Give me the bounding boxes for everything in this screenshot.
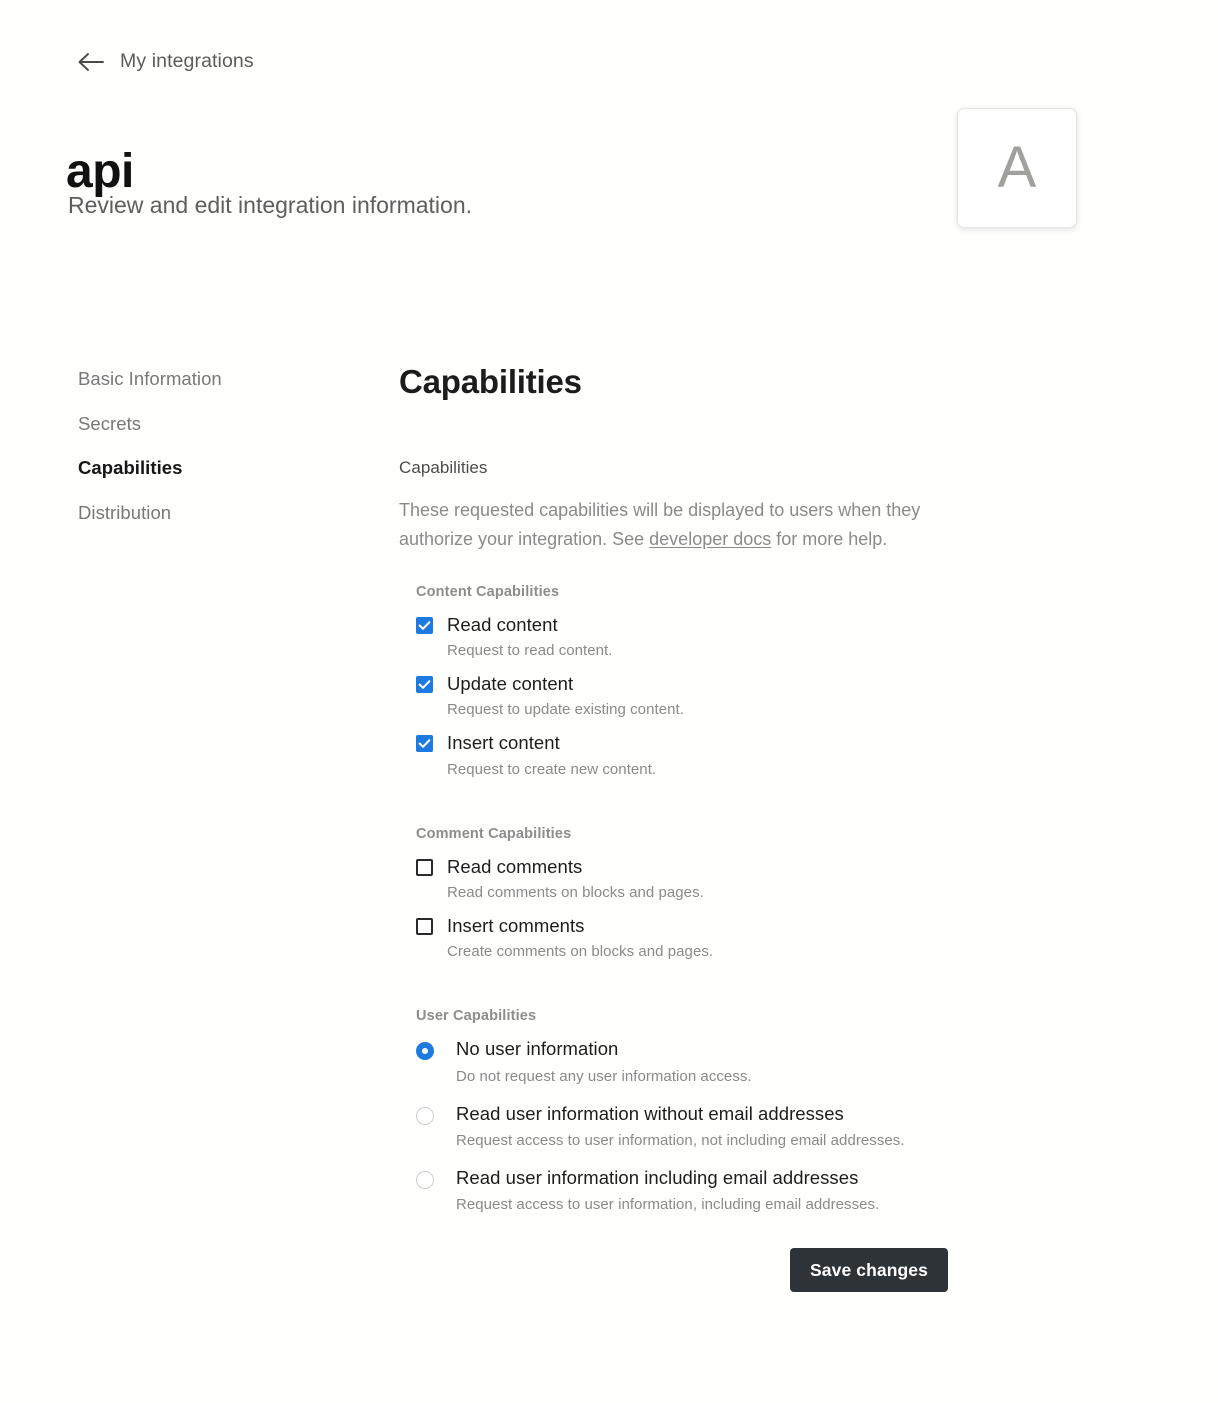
checkbox-label-read-comments: Read comments	[447, 855, 583, 877]
checkbox-desc-read-content: Request to read content.	[447, 642, 613, 660]
radio-row-no-user-information[interactable]: No user information Do not request any u…	[416, 1038, 1018, 1085]
checkbox-label-insert-content: Insert content	[447, 732, 560, 754]
radio-label-no-user-information: No user information	[456, 1038, 619, 1060]
avatar-letter: A	[997, 135, 1037, 200]
checkbox-label-read-content: Read content	[447, 613, 558, 635]
checkbox-insert-comments[interactable]	[416, 917, 433, 935]
integration-avatar[interactable]: A	[957, 108, 1077, 228]
checkbox-update-content[interactable]	[416, 676, 433, 694]
checkbox-desc-update-content: Request to update existing content.	[447, 701, 684, 719]
checkbox-row-read-content[interactable]: Read content Request to read content.	[416, 614, 1018, 660]
content-capabilities-group: Content Capabilities Read content Reques…	[416, 584, 1018, 779]
group-title-user-capabilities: User Capabilities	[416, 1008, 537, 1025]
checkbox-insert-content[interactable]	[416, 735, 433, 753]
description-text-after-link: for more help.	[771, 528, 888, 549]
checkbox-row-update-content[interactable]: Update content Request to update existin…	[416, 673, 1018, 719]
radio-selected-icon	[416, 1042, 434, 1061]
checkbox-text-read-comments: Read comments Read comments on blocks an…	[447, 856, 704, 902]
radio-no-user-information[interactable]	[416, 1042, 434, 1061]
sidebar-item-basic-information[interactable]: Basic Information	[78, 369, 328, 389]
checkbox-row-read-comments[interactable]: Read comments Read comments on blocks an…	[416, 856, 1018, 902]
checkbox-desc-read-comments: Read comments on blocks and pages.	[447, 883, 704, 901]
checkbox-read-comments[interactable]	[416, 858, 433, 876]
sidebar-item-capabilities[interactable]: Capabilities	[78, 458, 328, 478]
checkbox-desc-insert-content: Request to create new content.	[447, 760, 657, 778]
developer-docs-link[interactable]: developer docs	[649, 529, 771, 549]
radio-unselected-icon	[416, 1106, 434, 1125]
group-title-content-capabilities: Content Capabilities	[416, 583, 560, 600]
radio-text-read-user-without-email: Read user information without email addr…	[456, 1103, 905, 1150]
checkbox-read-content[interactable]	[416, 616, 433, 634]
radio-desc-read-user-including-email: Request access to user information, incl…	[456, 1196, 880, 1214]
radio-label-read-user-without-email: Read user information without email addr…	[456, 1102, 844, 1124]
checkbox-checked-icon	[416, 616, 433, 634]
checkbox-label-insert-comments: Insert comments	[447, 914, 585, 936]
group-title-comment-capabilities: Comment Capabilities	[416, 825, 572, 842]
radio-unselected-icon	[416, 1170, 434, 1189]
checkbox-unchecked-icon	[416, 917, 433, 935]
checkbox-checked-icon	[416, 735, 433, 753]
section-heading: Capabilities	[399, 363, 582, 400]
capabilities-panel: Capabilities Capabilities These requeste…	[398, 362, 1018, 1231]
radio-desc-read-user-without-email: Request access to user information, not …	[456, 1131, 905, 1149]
radio-desc-no-user-information: Do not request any user information acce…	[456, 1067, 752, 1085]
user-capabilities-group: User Capabilities No user information Do…	[416, 1008, 1018, 1214]
checkbox-text-read-content: Read content Request to read content.	[447, 614, 612, 660]
sidebar-item-distribution[interactable]: Distribution	[78, 503, 328, 523]
checkbox-unchecked-icon	[416, 858, 433, 876]
radio-row-read-user-without-email[interactable]: Read user information without email addr…	[416, 1103, 1018, 1150]
checkbox-checked-icon	[416, 676, 433, 694]
radio-text-read-user-including-email: Read user information including email ad…	[456, 1167, 879, 1214]
radio-text-no-user-information: No user information Do not request any u…	[456, 1038, 752, 1085]
breadcrumb-back-link[interactable]: My integrations	[76, 50, 254, 73]
checkbox-row-insert-comments[interactable]: Insert comments Create comments on block…	[416, 915, 1018, 961]
radio-read-user-including-email[interactable]	[416, 1170, 434, 1189]
checkbox-text-insert-content: Insert content Request to create new con…	[447, 732, 656, 778]
page-subtitle: Review and edit integration information.	[68, 192, 473, 218]
radio-label-read-user-including-email: Read user information including email ad…	[456, 1166, 859, 1188]
comment-capabilities-group: Comment Capabilities Read comments Read …	[416, 826, 1018, 962]
settings-sidebar: Basic Information Secrets Capabilities D…	[78, 369, 328, 548]
checkbox-text-update-content: Update content Request to update existin…	[447, 673, 684, 719]
capabilities-field-label: Capabilities	[399, 457, 488, 477]
sidebar-item-secrets[interactable]: Secrets	[78, 414, 328, 434]
checkbox-desc-insert-comments: Create comments on blocks and pages.	[447, 943, 714, 961]
integration-settings-page: My integrations api Review and edit inte…	[0, 0, 1218, 1403]
checkbox-label-update-content: Update content	[447, 673, 574, 695]
checkbox-text-insert-comments: Insert comments Create comments on block…	[447, 915, 713, 961]
capabilities-description: These requested capabilities will be dis…	[399, 496, 944, 554]
breadcrumb-label: My integrations	[120, 50, 254, 72]
checkbox-row-insert-content[interactable]: Insert content Request to create new con…	[416, 732, 1018, 778]
radio-row-read-user-including-email[interactable]: Read user information including email ad…	[416, 1167, 1018, 1214]
save-changes-button[interactable]: Save changes	[790, 1248, 948, 1292]
arrow-left-icon	[76, 51, 106, 73]
radio-read-user-without-email[interactable]	[416, 1106, 434, 1125]
